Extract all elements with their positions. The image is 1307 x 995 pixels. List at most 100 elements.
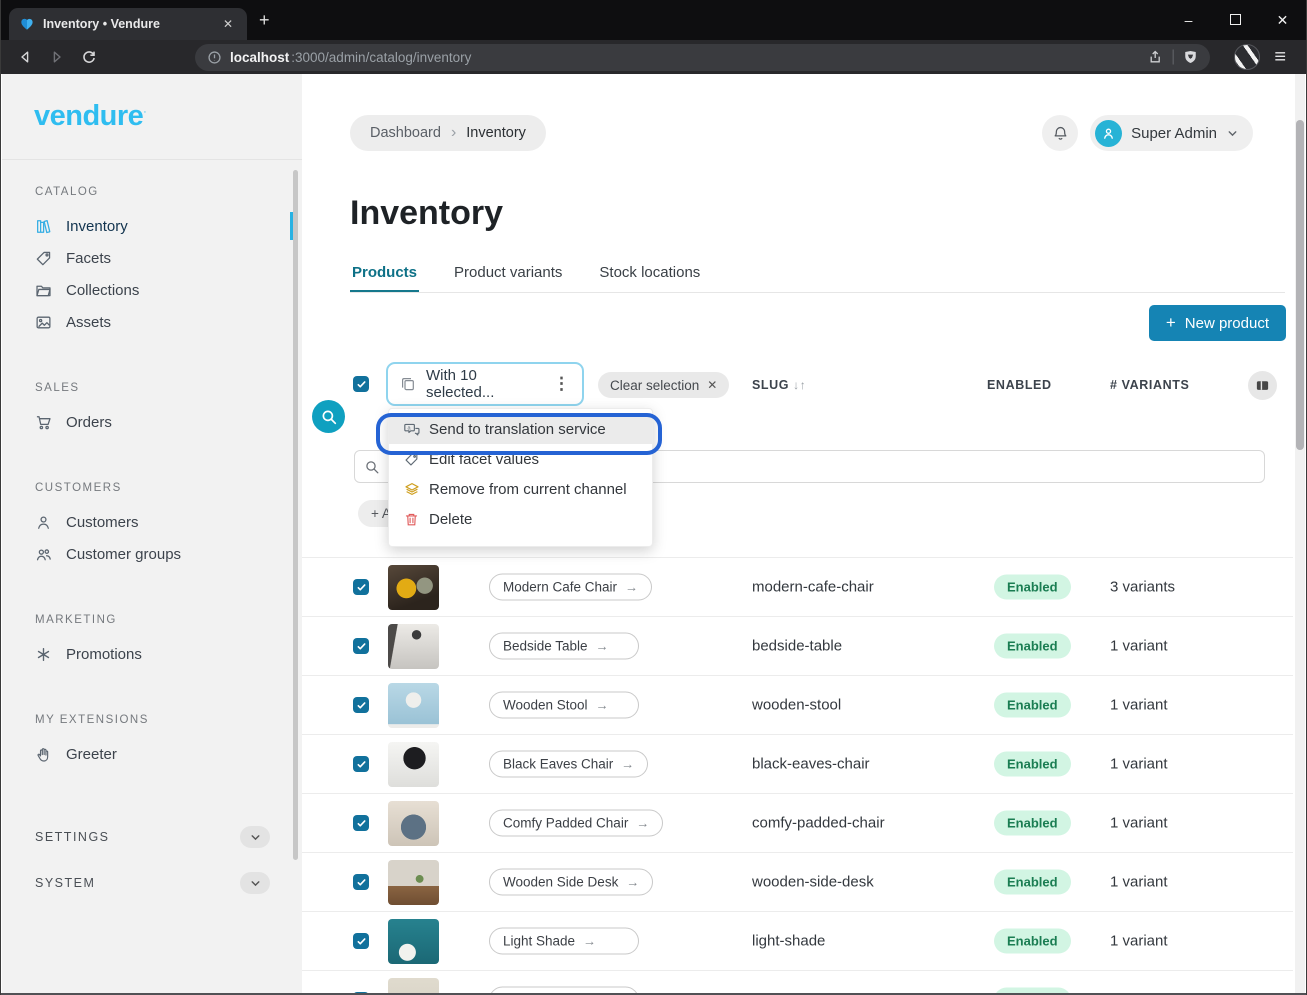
- product-thumbnail[interactable]: [388, 919, 439, 964]
- layers-icon: [403, 481, 420, 497]
- sidebar-item-promotions[interactable]: Promotions: [2, 638, 302, 670]
- sidebar-item-inventory[interactable]: Inventory: [2, 210, 302, 242]
- browser-tab[interactable]: Inventory • Vendure ✕: [9, 8, 247, 40]
- product-thumbnail[interactable]: [388, 683, 439, 728]
- page-scrollbar-thumb[interactable]: [1296, 120, 1304, 450]
- tab-product-variants[interactable]: Product variants: [452, 260, 564, 292]
- sidebar-item-assets[interactable]: Assets: [2, 306, 302, 338]
- row-checkbox[interactable]: [353, 579, 369, 595]
- product-thumbnail[interactable]: [388, 860, 439, 905]
- new-product-button[interactable]: + New product: [1149, 305, 1286, 341]
- product-thumbnail[interactable]: [388, 801, 439, 846]
- row-checkbox[interactable]: [353, 874, 369, 890]
- notifications-button[interactable]: [1042, 115, 1078, 151]
- tab-products[interactable]: Products: [350, 260, 419, 292]
- product-name-link[interactable]: Light Shade→: [489, 928, 639, 955]
- window-maximize-button[interactable]: [1212, 12, 1259, 28]
- chevron-down-icon[interactable]: [240, 872, 270, 894]
- breadcrumb-dashboard[interactable]: Dashboard: [370, 125, 441, 141]
- row-checkbox[interactable]: [353, 933, 369, 949]
- translate-icon: a: [403, 421, 420, 438]
- product-name-link[interactable]: Comfy Padded Chair→: [489, 810, 663, 837]
- hand-icon: [35, 746, 52, 763]
- plus-icon: +: [1166, 313, 1176, 333]
- users-icon: [35, 546, 52, 563]
- sidebar: vendure˙ CATALOG Inventory Facets Col: [2, 74, 302, 993]
- sidebar-item-customers[interactable]: Customers: [2, 506, 302, 538]
- product-thumbnail[interactable]: [388, 978, 439, 993]
- browser-profile-avatar[interactable]: [1234, 44, 1260, 70]
- kebab-menu-icon[interactable]: ⋮: [543, 374, 570, 394]
- arrow-right-icon: →: [583, 934, 596, 949]
- new-tab-button[interactable]: +: [259, 11, 270, 29]
- table-row: Modern Cafe Chair→ modern-cafe-chair Ena…: [302, 557, 1293, 616]
- site-info-icon[interactable]: [207, 50, 222, 65]
- sidebar-item-customer-groups[interactable]: Customer groups: [2, 538, 302, 570]
- window-close-button[interactable]: ✕: [1259, 12, 1306, 29]
- tag-icon: [35, 250, 52, 267]
- brave-shield-icon[interactable]: [1183, 49, 1198, 65]
- select-all-checkbox[interactable]: [353, 376, 369, 392]
- product-slug: wooden-stool: [752, 697, 841, 714]
- row-checkbox[interactable]: [353, 756, 369, 772]
- arrow-right-icon: →: [625, 580, 638, 595]
- search-icon: [364, 459, 380, 475]
- main-content: Dashboard › Inventory Super Admin Invent…: [302, 74, 1305, 993]
- table-row: Bedside Table→ bedside-table Enabled 1 v…: [302, 616, 1293, 675]
- menu-item-remove-from-channel[interactable]: Remove from current channel: [389, 474, 652, 504]
- product-slug: modern-cafe-chair: [752, 579, 874, 596]
- breadcrumb-inventory: Inventory: [466, 125, 526, 141]
- column-header-enabled: ENABLED: [987, 378, 1052, 392]
- sidebar-item-greeter[interactable]: Greeter: [2, 738, 302, 770]
- sidebar-item-orders[interactable]: Orders: [2, 406, 302, 438]
- asterisk-icon: [35, 646, 52, 663]
- product-name-link[interactable]: Modern Cafe Chair→: [489, 574, 652, 601]
- section-title-sales: SALES: [2, 382, 302, 394]
- sidebar-scrollbar[interactable]: [293, 170, 298, 860]
- books-icon: [35, 218, 52, 235]
- product-name-link[interactable]: Wooden Stool→: [489, 692, 639, 719]
- sort-icon[interactable]: ↓↑: [793, 378, 806, 392]
- clear-selection-button[interactable]: Clear selection ✕: [598, 372, 729, 398]
- menu-item-send-to-translation[interactable]: a Send to translation service: [389, 414, 652, 444]
- variants-count: 1 variant: [1110, 638, 1168, 655]
- chevron-down-icon[interactable]: [240, 826, 270, 848]
- breadcrumb-separator: ›: [451, 124, 456, 142]
- browser-menu-icon[interactable]: ≡: [1264, 46, 1296, 69]
- row-checkbox[interactable]: [353, 638, 369, 654]
- forward-button-icon[interactable]: [43, 43, 71, 71]
- sidebar-item-facets[interactable]: Facets: [2, 242, 302, 274]
- arrow-right-icon: →: [596, 639, 609, 654]
- product-thumbnail[interactable]: [388, 742, 439, 787]
- row-checkbox[interactable]: [353, 815, 369, 831]
- table-row: Wooden Stool→ wooden-stool Enabled 1 var…: [302, 675, 1293, 734]
- variants-count: 1 variant: [1110, 697, 1168, 714]
- column-settings-button[interactable]: [1248, 371, 1277, 400]
- tab-stock-locations[interactable]: Stock locations: [597, 260, 702, 292]
- product-name-link[interactable]: Wooden Side Desk→: [489, 869, 653, 896]
- menu-item-delete[interactable]: Delete: [389, 504, 652, 534]
- product-thumbnail[interactable]: [388, 565, 439, 610]
- user-menu[interactable]: Super Admin: [1090, 115, 1253, 151]
- column-header-slug[interactable]: SLUG↓↑: [752, 378, 806, 392]
- page-scrollbar[interactable]: [1295, 74, 1305, 993]
- sidebar-section-system[interactable]: SYSTEM: [2, 860, 302, 906]
- with-selected-button[interactable]: With 10 selected... ⋮: [386, 362, 584, 406]
- sidebar-section-settings[interactable]: SETTINGS: [2, 814, 302, 860]
- url-bar[interactable]: localhost:3000/admin/catalog/inventory |: [195, 44, 1210, 71]
- tab-close-icon[interactable]: ✕: [219, 15, 237, 33]
- product-thumbnail[interactable]: [388, 624, 439, 669]
- product-name-link[interactable]: Black Eaves Chair→: [489, 751, 648, 778]
- product-slug: light-shade: [752, 933, 825, 950]
- window-minimize-button[interactable]: –: [1165, 12, 1212, 28]
- reload-button-icon[interactable]: [75, 43, 103, 71]
- share-icon[interactable]: [1147, 49, 1163, 65]
- back-button-icon[interactable]: [11, 43, 39, 71]
- tab-title: Inventory • Vendure: [43, 17, 211, 31]
- sidebar-item-collections[interactable]: Collections: [2, 274, 302, 306]
- url-host: localhost: [230, 50, 289, 65]
- menu-item-edit-facet-values[interactable]: Edit facet values: [389, 444, 652, 474]
- row-checkbox[interactable]: [353, 697, 369, 713]
- page-tabs: Products Product variants Stock location…: [350, 260, 1285, 293]
- product-name-link[interactable]: Bedside Table→: [489, 633, 639, 660]
